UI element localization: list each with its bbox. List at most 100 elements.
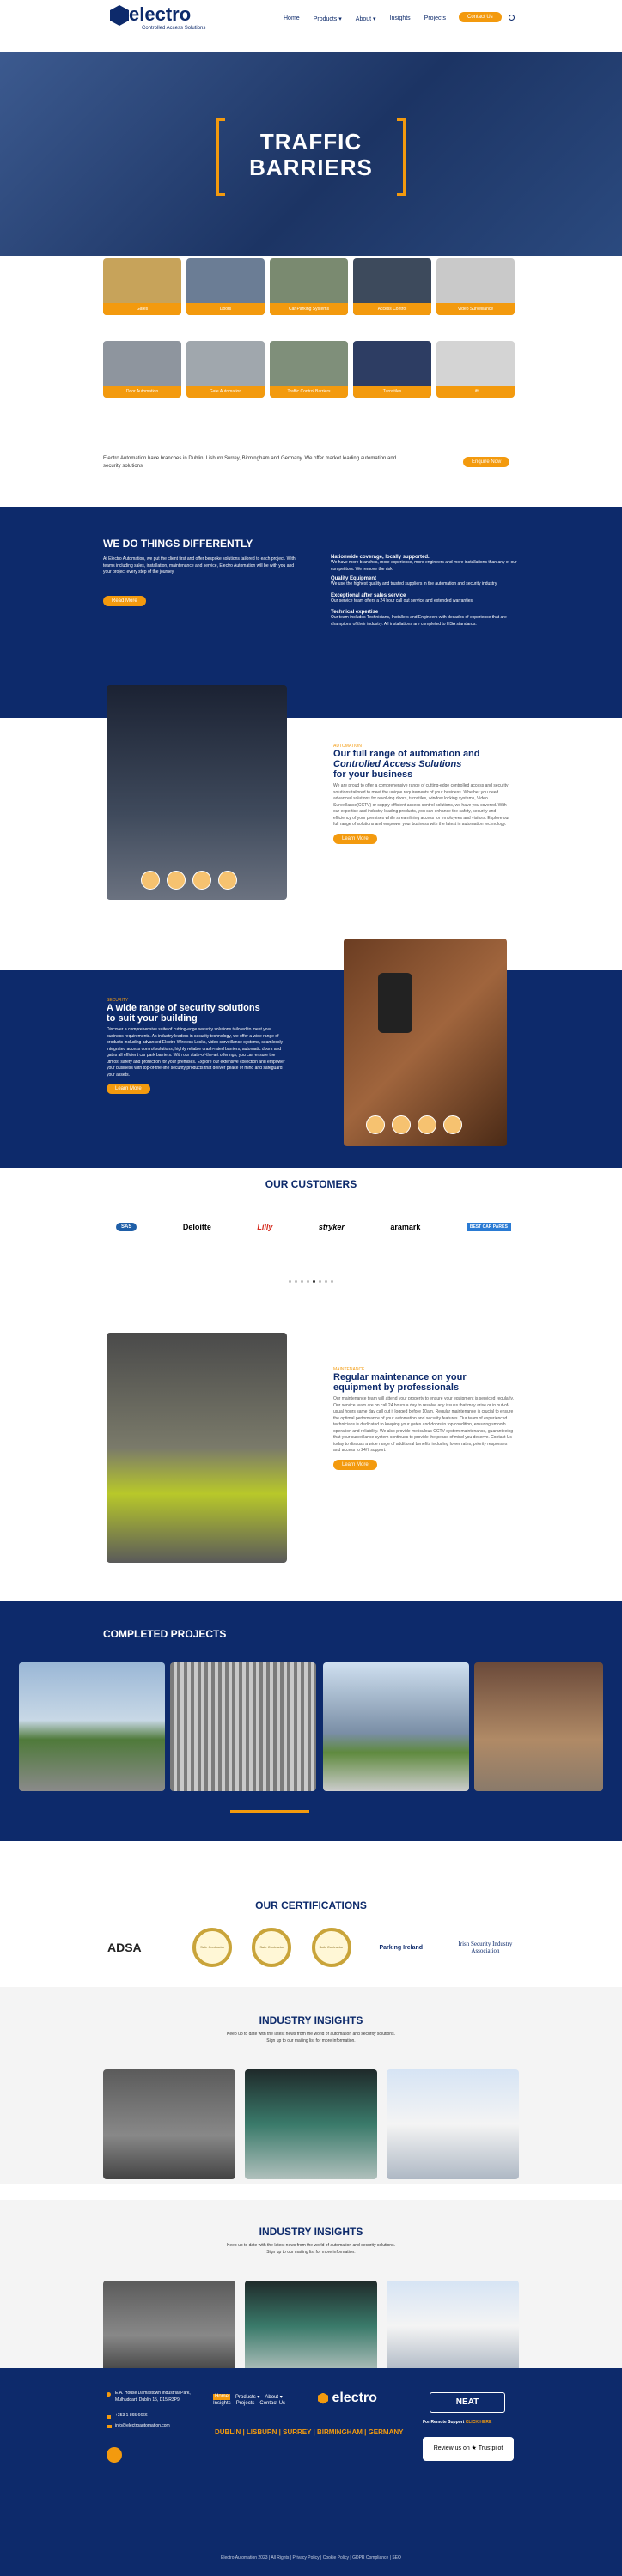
search-icon[interactable] bbox=[509, 15, 515, 21]
insight-image[interactable] bbox=[103, 2281, 235, 2372]
project-image[interactable] bbox=[323, 1662, 469, 1791]
footer-links-col2: Insights Projects Contact Us bbox=[213, 2401, 285, 2406]
different-points: Nationwide coverage, locally supported. … bbox=[331, 555, 520, 628]
hero-banner: TRAFFIC BARRIERS bbox=[0, 52, 622, 256]
insights-title: INDUSTRY INSIGHTS bbox=[259, 2014, 363, 2026]
tile-car-parking[interactable]: Car Parking Systems bbox=[270, 258, 348, 315]
insight-image[interactable] bbox=[387, 2281, 519, 2372]
tile-door-automation[interactable]: Door Automation bbox=[103, 341, 181, 398]
tile-traffic-barriers[interactable]: Traffic Control Barriers bbox=[270, 341, 348, 398]
security-learn-more-button[interactable]: Learn More bbox=[107, 1084, 150, 1094]
projects-scrollbar[interactable] bbox=[230, 1810, 309, 1813]
different-text: At Electro Automation, we put the client… bbox=[103, 556, 296, 574]
insights-section-repeat: INDUSTRY INSIGHTS Keep up to date with t… bbox=[0, 2200, 622, 2372]
cert-logo-safecontractor: Safe Contractor bbox=[311, 1928, 351, 1967]
tile-label: Turnstiles bbox=[353, 386, 431, 398]
project-image[interactable] bbox=[170, 1662, 316, 1791]
footer-logo[interactable]: electro bbox=[318, 2391, 377, 2406]
feature-icon bbox=[443, 1115, 462, 1134]
insight-image[interactable] bbox=[245, 2069, 377, 2179]
enquire-now-button[interactable]: Enquire Now bbox=[463, 457, 510, 467]
insights-section: INDUSTRY INSIGHTS Keep up to date with t… bbox=[0, 1987, 622, 2184]
customer-logo: Lilly bbox=[257, 1223, 273, 1231]
neat-badge: NEAT bbox=[430, 2392, 505, 2413]
tile-label: Lift bbox=[436, 386, 515, 398]
footer-link-projects[interactable]: Projects bbox=[236, 2401, 255, 2406]
read-more-button[interactable]: Read More bbox=[103, 596, 146, 606]
nav-products[interactable]: Products ▾ bbox=[314, 15, 342, 22]
footer-link-home[interactable]: Home bbox=[213, 2394, 231, 2400]
tile-access-control[interactable]: Access Control bbox=[353, 258, 431, 315]
insight-image[interactable] bbox=[245, 2281, 377, 2372]
trustpilot-badge[interactable]: Review us on ★ Trustpilot bbox=[423, 2437, 514, 2461]
footer-link-products[interactable]: Products ▾ bbox=[235, 2394, 259, 2400]
footer-link-about[interactable]: About ▾ bbox=[265, 2394, 282, 2400]
logo-text: electro bbox=[129, 3, 192, 25]
contact-us-button[interactable]: Contact Us bbox=[459, 12, 502, 22]
customers-title: OUR CUSTOMERS bbox=[265, 1178, 357, 1190]
different-section: WE DO THINGS DIFFERENTLY At Electro Auto… bbox=[0, 507, 622, 718]
footer-phone[interactable]: +353 1 865 6666 bbox=[115, 2413, 148, 2420]
maintenance-text: Our maintenance team will attend your pr… bbox=[333, 1396, 515, 1453]
hero-title-line1: TRAFFIC bbox=[259, 129, 363, 155]
maintenance-learn-more-button[interactable]: Learn More bbox=[333, 1459, 377, 1470]
nav-insights[interactable]: Insights bbox=[390, 15, 411, 22]
point-text: Our service team offers a 24 hour call o… bbox=[331, 598, 474, 604]
insight-image[interactable] bbox=[387, 2069, 519, 2179]
projects-section: COMPLETED PROJECTS bbox=[0, 1601, 622, 1841]
automation-text: We are proud to offer a comprehensive ra… bbox=[333, 783, 509, 827]
maintenance-title-end: equipment by professionals bbox=[333, 1382, 460, 1393]
nav-home[interactable]: Home bbox=[284, 15, 300, 22]
main-nav: Home Products ▾ About ▾ Insights Project… bbox=[284, 15, 446, 22]
cert-logos: ADSA Safe Contractor Safe Contractor Saf… bbox=[107, 1927, 520, 1968]
tile-doors[interactable]: Doors bbox=[186, 258, 265, 315]
nav-projects[interactable]: Projects bbox=[424, 15, 446, 22]
email-icon bbox=[107, 2425, 112, 2428]
project-image[interactable] bbox=[474, 1662, 603, 1791]
remote-support-link[interactable]: CLICK HERE bbox=[466, 2420, 492, 2425]
tile-video-surveillance[interactable]: Video Surveillance bbox=[436, 258, 515, 315]
tile-label: Car Parking Systems bbox=[270, 303, 348, 315]
footer-link-contact[interactable]: Contact Us bbox=[259, 2401, 285, 2406]
linkedin-icon[interactable] bbox=[107, 2447, 122, 2463]
security-section: SECURITY A wide range of security soluti… bbox=[0, 970, 622, 1168]
cert-logo-isia: Irish Security Industry Association bbox=[458, 1941, 513, 1954]
automation-image bbox=[107, 685, 287, 900]
tile-lift[interactable]: Lift bbox=[436, 341, 515, 398]
feature-icon bbox=[392, 1115, 411, 1134]
logo[interactable]: electro Controlled Access Solutions bbox=[110, 3, 213, 34]
cert-logo-parking-ireland: Parking Ireland bbox=[379, 1944, 424, 1951]
footer-logo-text: electro bbox=[332, 2391, 377, 2405]
tile-gates[interactable]: Gates bbox=[103, 258, 181, 315]
insights-text: Keep up to date with the latest news fro… bbox=[227, 2243, 395, 2255]
point-text: Our team includes Technicians, Installer… bbox=[331, 615, 507, 627]
tile-label: Access Control bbox=[353, 303, 431, 315]
feature-icon bbox=[192, 871, 211, 890]
project-image[interactable] bbox=[19, 1662, 165, 1791]
customer-logo: SAS bbox=[116, 1223, 137, 1231]
automation-title-em: Controlled Access Solutions bbox=[333, 759, 462, 769]
customer-logo: stryker bbox=[318, 1223, 345, 1231]
footer-email[interactable]: info@electroautomation.com bbox=[115, 2423, 170, 2430]
phone-image bbox=[378, 973, 412, 1033]
security-content: SECURITY A wide range of security soluti… bbox=[107, 998, 287, 1094]
remote-support: For Remote Support CLICK HERE bbox=[423, 2420, 492, 2425]
logo-hex-icon bbox=[110, 5, 129, 26]
automation-title: Our full range of automation and bbox=[333, 749, 480, 759]
tile-turnstiles[interactable]: Turnstiles bbox=[353, 341, 431, 398]
customers-pagination[interactable] bbox=[0, 1272, 622, 1287]
tile-gate-automation[interactable]: Gate Automation bbox=[186, 341, 265, 398]
logo-subtitle: Controlled Access Solutions bbox=[142, 26, 206, 31]
tile-label: Doors bbox=[186, 303, 265, 315]
customer-logo: BEST CAR PARKS bbox=[466, 1223, 511, 1231]
footer-link-insights[interactable]: Insights bbox=[213, 2401, 231, 2406]
feature-icon bbox=[218, 871, 237, 890]
automation-learn-more-button[interactable]: Learn More bbox=[333, 833, 377, 844]
footer-copyright: Electro Automation 2023 | All Rights | P… bbox=[221, 2555, 401, 2561]
point-text: We use the highest quality and trusted s… bbox=[331, 581, 498, 586]
feature-icon bbox=[418, 1115, 436, 1134]
site-header: electro Controlled Access Solutions Home… bbox=[0, 0, 622, 38]
point-text: We have more branches, more experience, … bbox=[331, 560, 517, 572]
insight-image[interactable] bbox=[103, 2069, 235, 2179]
nav-about[interactable]: About ▾ bbox=[356, 15, 376, 22]
